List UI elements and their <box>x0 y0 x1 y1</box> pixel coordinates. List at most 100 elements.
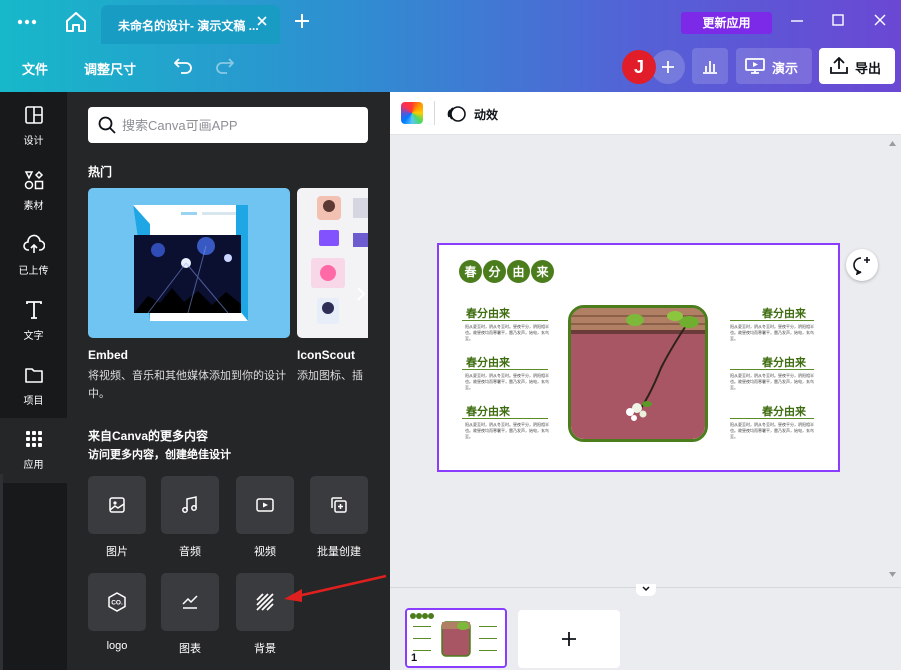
home-icon[interactable] <box>64 11 88 33</box>
app-tile-audio[interactable] <box>161 476 219 534</box>
present-icon <box>745 58 765 74</box>
resize-button[interactable]: 调整尺寸 <box>84 59 136 78</box>
iconscout-app-card[interactable] <box>297 188 368 338</box>
more-content-heading: 来自Canva的更多内容 <box>88 429 209 443</box>
logo-icon: CO. <box>108 592 126 612</box>
app-label: 图片 <box>106 546 128 558</box>
embed-title: Embed <box>88 348 129 362</box>
document-tab-title: 未命名的设计- 演示文稿 ... <box>118 19 259 33</box>
undo-icon[interactable] <box>173 56 193 74</box>
search-icon <box>98 116 116 134</box>
invite-plus-icon[interactable] <box>651 50 685 84</box>
slide-section-text: 阳从夏至时，阴从冬至时。昼夜平分，阴阳相半也。故昼夜均而寒暑平，雷乃发声，始电，… <box>730 373 814 390</box>
slide-title-char: 分 <box>483 260 506 283</box>
color-picker-icon[interactable] <box>401 102 423 124</box>
page-number: 1 <box>411 652 418 664</box>
rail-item-text[interactable]: 文字 <box>0 289 67 354</box>
rail-item-uploads[interactable]: 已上传 <box>0 224 67 289</box>
slide-section-heading: 春分由来 <box>762 405 806 418</box>
shapes-icon <box>24 170 44 190</box>
rail-item-apps[interactable]: 应用 <box>0 418 67 483</box>
app-tile-logo[interactable]: CO. <box>88 573 146 631</box>
text-icon <box>26 301 42 319</box>
more-menu-icon[interactable] <box>14 12 40 32</box>
rail-label: 文字 <box>23 331 44 342</box>
slide-rule <box>730 418 814 419</box>
app-label: 视频 <box>254 546 276 558</box>
app-label: logo <box>106 640 128 652</box>
rail-item-elements[interactable]: 素材 <box>0 159 67 224</box>
embed-desc-line: 中。 <box>88 388 110 400</box>
close-tab-icon[interactable] <box>255 14 269 28</box>
slide-title-char: 来 <box>531 260 554 283</box>
slide-section-text: 阳从夏至时，阴从冬至时。昼夜平分，阴阳相半也。故昼夜均而寒暑平，雷乃发声，始电，… <box>465 324 549 341</box>
more-content-subtitle: 访问更多内容，创建绝佳设计 <box>88 449 231 461</box>
app-tile-video[interactable] <box>236 476 294 534</box>
slide-rule <box>462 418 548 419</box>
slide-section-heading: 春分由来 <box>466 356 510 369</box>
plus-icon <box>562 632 576 646</box>
page-thumbnail[interactable] <box>405 608 507 668</box>
search-input[interactable] <box>122 115 357 135</box>
rail-item-design[interactable]: 设计 <box>0 94 67 159</box>
insights-button[interactable] <box>692 48 728 84</box>
expand-pages-handle[interactable] <box>636 584 656 596</box>
slide-rule <box>462 320 548 321</box>
slide-section-text: 阳从夏至时，阴从冬至时。昼夜平分，阴阳相半也。故昼夜均而寒暑平，雷乃发声，始电，… <box>730 324 814 341</box>
avatar[interactable]: J <box>622 50 656 84</box>
app-tile-chart[interactable] <box>161 573 219 631</box>
layout-icon <box>25 106 43 124</box>
embed-app-card[interactable] <box>88 188 290 338</box>
carousel-next-icon[interactable] <box>353 283 368 305</box>
annotation-arrow <box>284 574 387 602</box>
slide-photo[interactable] <box>568 305 708 442</box>
background-icon <box>256 593 274 611</box>
rail-item-projects[interactable]: 项目 <box>0 354 67 419</box>
present-button[interactable]: 演示 <box>736 48 812 84</box>
close-window-icon[interactable] <box>873 13 887 27</box>
export-label: 导出 <box>855 61 882 76</box>
music-icon <box>182 496 197 513</box>
app-tile-bulk-create[interactable] <box>310 476 368 534</box>
new-tab-icon[interactable] <box>292 11 312 31</box>
slide-section-heading: 春分由来 <box>466 405 510 418</box>
rail-divider <box>0 474 3 670</box>
search-box[interactable] <box>88 107 368 143</box>
update-app-button[interactable]: 更新应用 <box>681 12 772 34</box>
add-page-button[interactable] <box>518 610 620 668</box>
document-tab[interactable]: 未命名的设计- 演示文稿 ... <box>101 5 280 44</box>
present-label: 演示 <box>772 61 799 76</box>
svg-text:CO.: CO. <box>111 600 123 607</box>
rail-label: 项目 <box>23 396 44 407</box>
iconscout-description: 添加图标、插 <box>297 370 363 382</box>
minimize-icon[interactable] <box>789 14 805 28</box>
slide-section-heading: 春分由来 <box>466 307 510 320</box>
chevron-down-icon <box>642 586 650 592</box>
redo-icon[interactable] <box>215 56 235 74</box>
animate-label[interactable]: 动效 <box>474 106 498 123</box>
popular-heading: 热门 <box>88 165 113 179</box>
rail-label: 已上传 <box>18 266 49 277</box>
video-icon <box>256 498 274 512</box>
slide-title-char: 由 <box>507 260 530 283</box>
app-tile-image[interactable] <box>88 476 146 534</box>
vertical-scrollbar[interactable] <box>888 139 897 579</box>
apps-grid-icon <box>26 431 42 447</box>
toolbar-divider <box>434 101 435 125</box>
chart-icon <box>182 595 198 609</box>
file-menu[interactable]: 文件 <box>22 59 48 78</box>
add-comment-button[interactable] <box>846 249 878 281</box>
export-button[interactable]: 导出 <box>819 48 895 84</box>
slide-section-text: 阳从夏至时，阴从冬至时。昼夜平分，阴阳相半也。故昼夜均而寒暑平，雷乃发声，始电，… <box>465 373 549 390</box>
folder-icon <box>25 368 43 383</box>
maximize-icon[interactable] <box>831 13 845 27</box>
embed-desc-line: 将视频、音乐和其他媒体添加到你的设计 <box>88 370 286 382</box>
slide-section-heading: 春分由来 <box>762 307 806 320</box>
app-label: 音频 <box>179 546 201 558</box>
embed-thumbnail <box>133 205 248 321</box>
iconscout-title: IconScout <box>297 348 356 362</box>
app-label: 图表 <box>179 643 201 655</box>
app-label: 背景 <box>254 643 276 655</box>
bulk-create-icon <box>331 497 347 513</box>
animate-icon[interactable] <box>446 103 468 125</box>
